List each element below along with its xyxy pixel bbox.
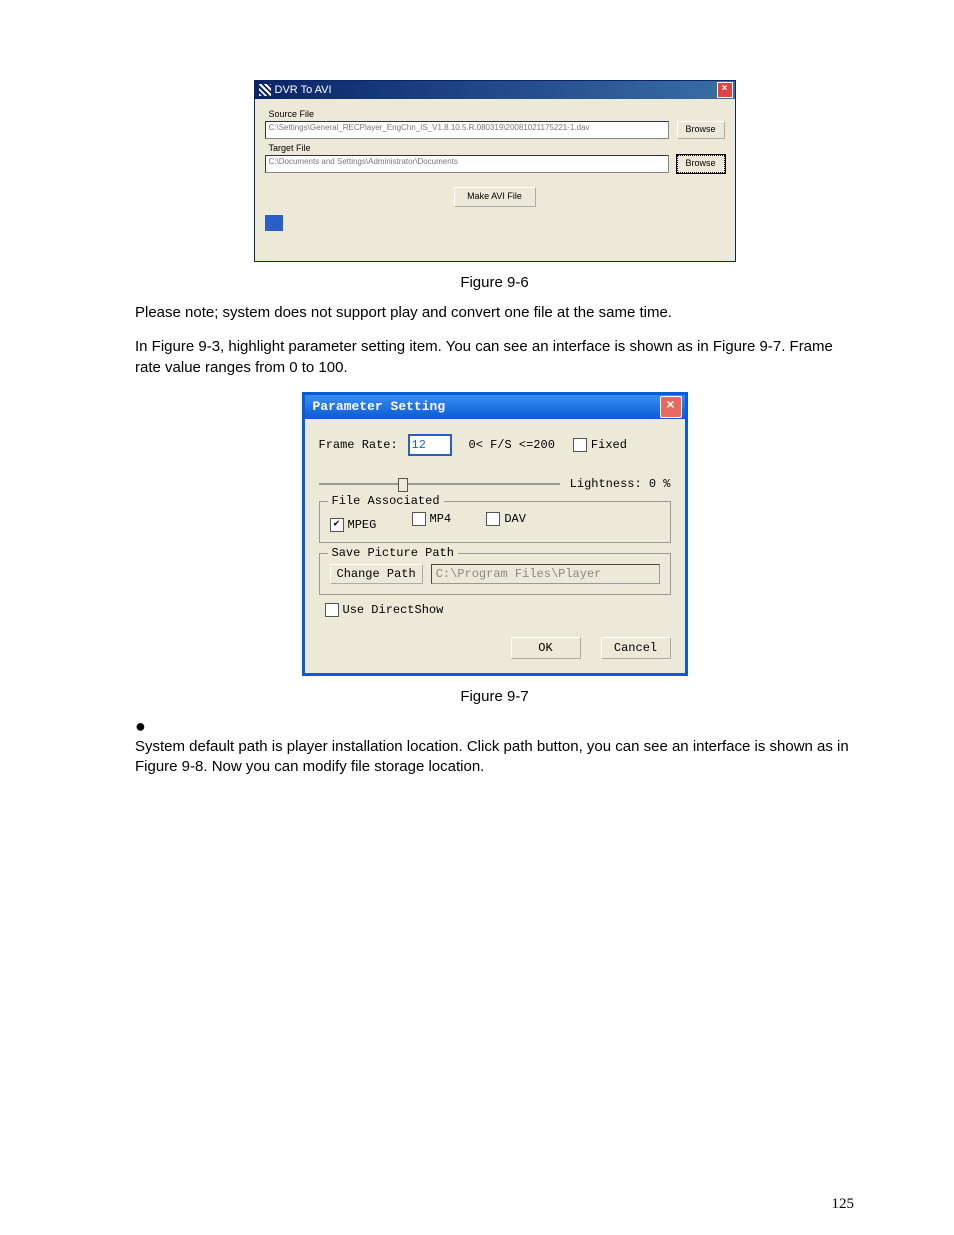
target-file-label: Target File (269, 143, 725, 153)
dlg1-title: DVR To AVI (275, 84, 332, 96)
frame-rate-label: Frame Rate: (319, 438, 409, 452)
ok-button[interactable]: OK (511, 637, 581, 659)
checkbox-icon (573, 438, 587, 452)
bullet-point: ● (135, 717, 854, 735)
slider-thumb[interactable] (398, 478, 408, 492)
directshow-label: Use DirectShow (343, 603, 444, 617)
progress-bar (265, 215, 725, 231)
figure-caption-2: Figure 9-7 (135, 688, 854, 705)
close-icon[interactable]: × (717, 82, 733, 98)
checkbox-icon (486, 512, 500, 526)
paragraph-1: Please note; system does not support pla… (135, 303, 854, 323)
parameter-setting-dialog: Parameter Setting × Frame Rate: 0< F/S <… (302, 392, 688, 676)
dvr-to-avi-dialog: DVR To AVI × Source File C:\Settings\Gen… (254, 80, 736, 262)
source-file-field[interactable]: C:\Settings\General_RECPlayer_EngChn_IS_… (265, 121, 669, 139)
dlg2-titlebar[interactable]: Parameter Setting × (305, 395, 685, 419)
mpeg-label: MPEG (348, 518, 377, 532)
make-avi-button[interactable]: Make AVI File (454, 187, 536, 207)
save-path-legend: Save Picture Path (328, 546, 458, 560)
mpeg-checkbox[interactable]: MPEG (330, 518, 377, 532)
directshow-checkbox[interactable]: Use DirectShow (325, 603, 444, 617)
change-path-button[interactable]: Change Path (330, 564, 423, 584)
checkbox-icon (330, 518, 344, 532)
save-path-field[interactable] (431, 564, 660, 584)
checkbox-icon (412, 512, 426, 526)
browse-source-button[interactable]: Browse (677, 121, 725, 139)
save-picture-path-group: Save Picture Path Change Path (319, 553, 671, 595)
paragraph-2: In Figure 9-3, highlight parameter setti… (135, 337, 854, 378)
dav-label: DAV (504, 512, 526, 526)
lightness-label: Lightness: 0 % (570, 477, 671, 491)
app-icon (259, 84, 271, 96)
fixed-label: Fixed (591, 438, 627, 452)
source-file-label: Source File (269, 109, 725, 119)
browse-target-button[interactable]: Browse (677, 155, 725, 173)
mp4-label: MP4 (430, 512, 452, 526)
paragraph-3: System default path is player installati… (135, 737, 854, 778)
checkbox-icon (325, 603, 339, 617)
file-associated-legend: File Associated (328, 494, 444, 508)
cancel-button[interactable]: Cancel (601, 637, 671, 659)
dlg2-title: Parameter Setting (313, 399, 446, 414)
page-number: 125 (832, 1196, 855, 1213)
close-icon[interactable]: × (660, 396, 682, 418)
file-associated-group: File Associated MPEG MP4 DAV (319, 501, 671, 543)
frame-rate-input[interactable] (409, 435, 451, 455)
lightness-slider[interactable] (319, 483, 560, 485)
progress-fill (265, 215, 283, 231)
mp4-checkbox[interactable]: MP4 (412, 512, 452, 526)
frame-rate-range: 0< F/S <=200 (469, 438, 555, 452)
target-file-field[interactable]: C:\Documents and Settings\Administrator\… (265, 155, 669, 173)
dav-checkbox[interactable]: DAV (486, 512, 526, 526)
figure-caption-1: Figure 9-6 (135, 274, 854, 291)
dlg1-titlebar[interactable]: DVR To AVI × (255, 81, 735, 99)
fixed-checkbox[interactable]: Fixed (573, 438, 627, 452)
